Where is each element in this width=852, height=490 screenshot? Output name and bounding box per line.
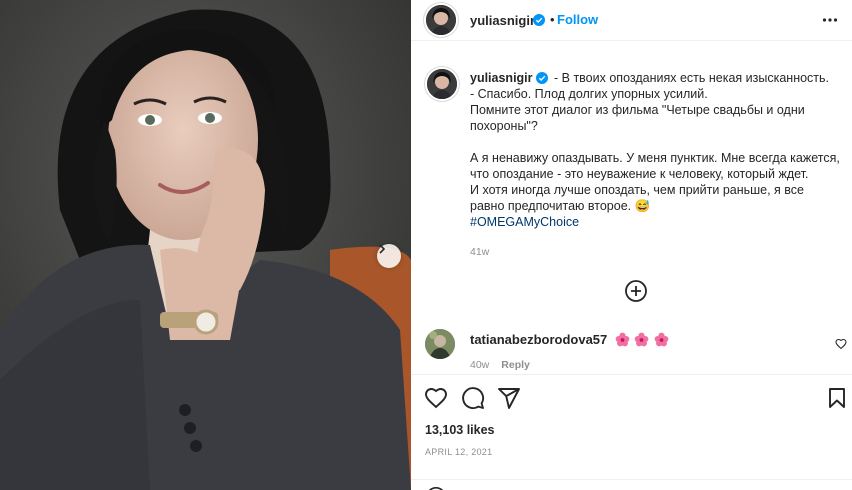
chevron-right-icon <box>379 244 386 254</box>
comment-meta: 40w Reply <box>470 359 542 371</box>
heart-icon[interactable] <box>424 386 448 410</box>
hibiscus-flower-icon <box>615 332 630 347</box>
more-horizontal-icon[interactable] <box>822 12 838 28</box>
caption-text: yuliasnigir - В твоих опозданиях есть не… <box>470 70 840 230</box>
reply-button[interactable]: Reply <box>501 359 530 371</box>
post-photo[interactable] <box>0 0 411 490</box>
author-username[interactable]: yuliasnigir <box>470 13 535 28</box>
post-header: yuliasnigir • Follow <box>411 0 852 41</box>
post-side-panel: yuliasnigir • Follow yuliasnigir - В тво… <box>411 0 852 490</box>
author-avatar[interactable] <box>426 5 456 35</box>
author-avatar-image <box>426 5 456 35</box>
caption-line: - В твоих опозданиях есть некая изысканн… <box>554 71 830 85</box>
commenter-avatar[interactable] <box>425 329 455 359</box>
plus-circle-icon[interactable] <box>624 279 648 303</box>
portrait-illustration <box>0 0 411 490</box>
caption-line: - Спасибо. Плод долгих упорных усилий. <box>470 87 708 101</box>
verified-badge-icon <box>535 72 548 84</box>
post-date[interactable]: APRIL 12, 2021 <box>425 447 492 457</box>
caption-line: А я ненавижу опаздывать. У меня пунктик.… <box>470 151 840 181</box>
comment-text: tatianabezborodova57 <box>470 332 670 350</box>
paper-plane-icon[interactable] <box>497 386 521 410</box>
caption-line: Помните этот диалог из фильма "Четыре св… <box>470 103 805 133</box>
comment-time-ago[interactable]: 40w <box>470 359 489 371</box>
bookmark-icon[interactable] <box>825 386 849 410</box>
hibiscus-flower-icon <box>634 332 649 347</box>
commenter-username[interactable]: tatianabezborodova57 <box>470 332 607 347</box>
post-actions: 13,103 likes APRIL 12, 2021 <box>411 374 852 490</box>
smiley-icon[interactable] <box>425 486 447 490</box>
follow-button[interactable]: Follow <box>557 12 598 27</box>
hibiscus-flower-icon <box>654 332 669 347</box>
caption-avatar-image <box>427 69 457 99</box>
add-comment-bar <box>411 479 852 490</box>
caption-time-ago[interactable]: 41w <box>470 246 489 258</box>
caption-username[interactable]: yuliasnigir <box>470 71 533 85</box>
likes-count[interactable]: 13,103 likes <box>425 423 495 437</box>
commenter-avatar-image <box>425 329 455 359</box>
verified-badge-icon <box>533 14 545 26</box>
separator-dot: • <box>550 12 555 27</box>
comment-emojis <box>615 332 670 350</box>
hashtag-link[interactable]: #OMEGAMyChoice <box>470 214 840 230</box>
heart-icon[interactable] <box>835 338 847 350</box>
next-photo-button[interactable] <box>377 244 401 268</box>
caption-line: И хотя иногда лучше опоздать, чем прийти… <box>470 183 805 213</box>
caption-author-avatar[interactable] <box>427 69 457 99</box>
comment-bubble-icon[interactable] <box>461 386 485 410</box>
comments-section[interactable]: yuliasnigir - В твоих опозданиях есть не… <box>411 42 852 374</box>
